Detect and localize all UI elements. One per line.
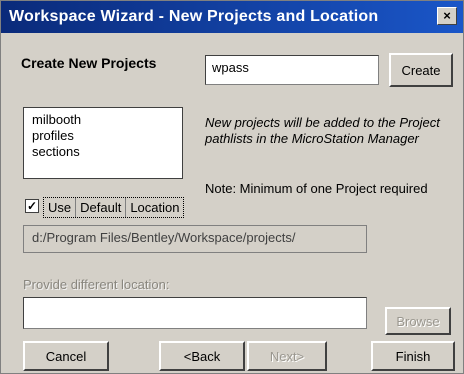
minimum-project-note: Note: Minimum of one Project required [205,181,428,196]
different-location-input[interactable] [23,297,367,329]
info-message: New projects will be added to the Projec… [205,115,440,146]
use-default-location-label-part: Location [130,200,180,215]
list-item[interactable]: milbooth [32,112,174,128]
create-button[interactable]: Create [389,53,453,87]
use-default-location-label[interactable]: Use Default Location [43,197,185,218]
browse-button[interactable]: Browse [385,307,451,335]
cancel-button[interactable]: Cancel [23,341,109,371]
create-projects-label: Create New Projects [21,55,157,71]
use-default-location-label-part: Default [76,198,127,217]
finish-button[interactable]: Finish [371,341,455,371]
list-item[interactable]: profiles [32,128,174,144]
use-default-location-label-part: Use [44,198,77,217]
close-button[interactable]: × [437,7,457,25]
workspace-wizard-window: Workspace Wizard - New Projects and Loca… [0,0,464,374]
projects-listbox[interactable]: milbooth profiles sections [23,107,183,179]
list-item[interactable]: sections [32,144,174,160]
use-default-location-checkbox[interactable]: ✓ [25,199,39,213]
default-path-field: d:/Program Files/Bentley/Workspace/proje… [23,225,367,253]
next-button[interactable]: Next> [247,341,327,371]
different-location-label: Provide different location: [23,277,170,292]
project-name-input[interactable]: wpass [205,55,379,85]
back-button[interactable]: <Back [159,341,245,371]
window-title: Workspace Wizard - New Projects and Loca… [9,8,379,25]
title-bar: Workspace Wizard - New Projects and Loca… [1,1,463,33]
